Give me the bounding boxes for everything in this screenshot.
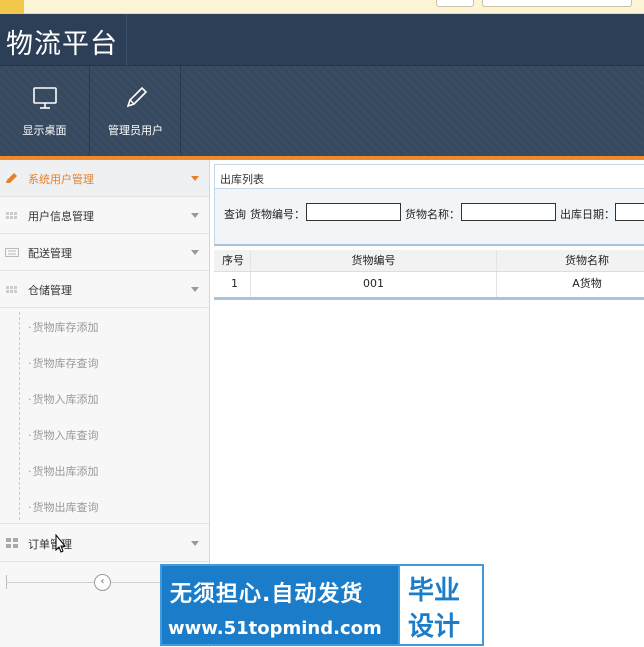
warehouse-submenu: 货物库存添加 货物库存查询 货物入库添加 货物入库查询 货物出库添加 货物出库查… [0,308,209,524]
sidebar-item-system-users[interactable]: 系统用户管理 [0,160,209,197]
keyboard-icon [5,248,19,257]
table-header: 序号 货物编号 货物名称 [214,250,644,272]
query-label: 查询 [224,208,246,221]
column-header-code[interactable]: 货物编号 [251,250,497,271]
panel-title: 出库列表 [220,173,264,186]
collapse-sidebar-button[interactable]: ‹ [94,574,111,591]
submenu-item-inbound-add[interactable]: 货物入库添加 [28,391,99,407]
header-divider [126,14,127,66]
sidebar-item-orders[interactable]: 订单管理 [0,525,209,562]
submenu-item-stock-query[interactable]: 货物库存查询 [28,355,99,371]
watermark-badge: 毕业 设计 [398,566,482,644]
toolbar: 显示桌面 管理员用户 [0,66,644,156]
top-strip [0,0,644,14]
show-desktop-button[interactable]: 显示桌面 [0,66,90,156]
sidebar-item-label: 仓储管理 [28,284,72,297]
top-input[interactable] [482,0,632,7]
sidebar-item-warehouse[interactable]: 仓储管理 [0,271,209,308]
chevron-down-icon [191,250,199,255]
sidebar-item-label: 系统用户管理 [28,173,94,186]
app-title: 物流平台 [6,29,118,60]
watermark-url: www.51topmind.com [168,618,382,639]
sidebar-item-label: 用户信息管理 [28,210,94,223]
goods-name-label: 货物名称： [405,208,460,221]
submenu-item-inbound-query[interactable]: 货物入库查询 [28,427,99,443]
chevron-down-icon [191,213,199,218]
goods-name-input[interactable] [461,203,556,221]
pencil-icon [6,173,17,183]
app-header: 物流平台 [0,14,644,66]
cell-code: 001 [251,272,497,297]
outbound-table: 序号 货物编号 货物名称 1 001 A货物 [214,244,644,300]
submenu-guide-line [19,312,20,520]
monitor-icon [33,87,57,109]
show-desktop-label: 显示桌面 [22,124,67,137]
pencil-icon [126,86,148,108]
submenu-item-outbound-add[interactable]: 货物出库添加 [28,463,99,479]
outbound-date-label: 出库日期： [560,208,615,221]
column-header-name[interactable]: 货物名称 [497,250,644,271]
watermark-badge-bottom: 设计 [408,612,461,642]
chevron-down-icon [191,287,199,292]
outbound-panel: 出库列表 查询 货物编号： 货物名称： 出库日期： [214,164,644,244]
sidebar-item-label: 配送管理 [28,247,72,260]
goods-code-input[interactable] [306,203,401,221]
chevron-down-icon [191,541,199,546]
admin-user-button[interactable]: 管理员用户 [91,66,181,156]
top-button[interactable] [436,0,474,7]
sidebar-item-delivery[interactable]: 配送管理 [0,234,209,271]
table-row[interactable]: 1 001 A货物 [214,272,644,297]
watermark-banner: 无须担心.自动发货 www.51topmind.com 毕业 设计 [160,564,484,646]
cell-index: 1 [214,272,251,297]
watermark-slogan: 无须担心.自动发货 [170,582,364,607]
top-corner-tab [0,0,24,14]
submenu-item-outbound-query[interactable]: 货物出库查询 [28,499,99,515]
submenu-item-stock-add[interactable]: 货物库存添加 [28,319,99,335]
cell-name: A货物 [572,277,602,290]
admin-user-label: 管理员用户 [108,124,163,137]
goods-code-label: 货物编号： [250,208,305,221]
outbound-date-input[interactable] [615,203,644,221]
sidebar-item-user-info[interactable]: 用户信息管理 [0,197,209,234]
grid-icon [6,538,18,548]
watermark-badge-top: 毕业 [408,576,461,606]
grid-icon [6,286,17,293]
chevron-down-icon [191,176,199,181]
mouse-cursor-icon [55,534,67,553]
column-header-index[interactable]: 序号 [214,250,251,271]
panel-title-bar: 出库列表 [215,165,644,189]
grid-icon [6,212,17,219]
search-bar: 查询 货物编号： 货物名称： 出库日期： [215,189,644,244]
